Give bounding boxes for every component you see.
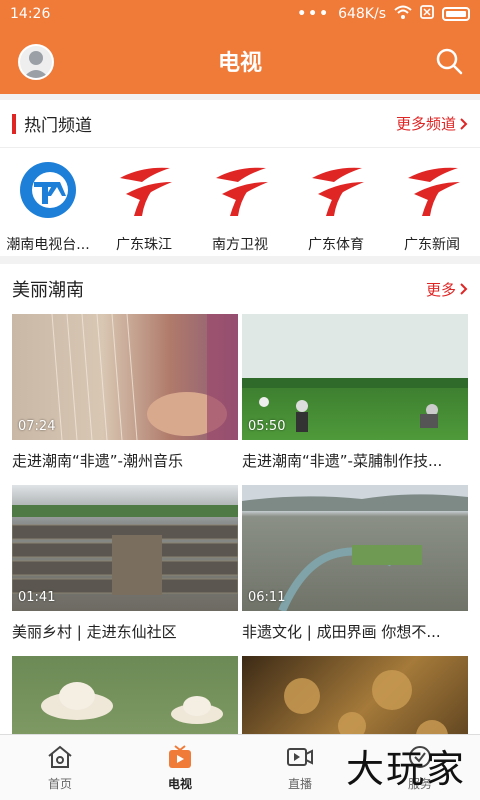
gdtv-logo-icon <box>312 167 364 216</box>
more-channels-link[interactable]: 更多频道 <box>396 113 468 134</box>
wifi-icon <box>394 5 412 23</box>
chevron-right-icon <box>460 283 468 295</box>
page-title: 电视 <box>217 51 262 76</box>
search-icon[interactable] <box>434 46 464 76</box>
hot-channels-title: 热门频道 <box>24 116 92 136</box>
more-channels-label: 更多频道 <box>395 115 456 133</box>
video-card[interactable]: 01:41 美丽乡村 | 走进东仙社区 <box>12 485 238 642</box>
video-thumbnail[interactable]: 06:11 <box>242 485 468 611</box>
tab-live[interactable]: 直播 <box>240 735 360 800</box>
channel-guangdong-sports[interactable]: 广东体育 <box>290 160 382 254</box>
sim-icon <box>420 5 434 23</box>
status-dots: ••• <box>297 6 331 22</box>
section-marker <box>12 113 16 134</box>
channel-chaonan[interactable]: 潮南电视台... <box>2 160 94 254</box>
tab-tv[interactable]: 电视 <box>120 735 240 800</box>
home-icon <box>48 745 72 768</box>
hot-channels-section: 热门频道 更多频道 潮南电视台... 广东珠江 南方卫视 广东体育 广东新闻 <box>0 100 480 256</box>
channel-label: 南方卫视 <box>212 237 268 253</box>
gdtv-logo-icon <box>120 167 172 216</box>
tv-icon <box>169 745 191 768</box>
channel-guangdong-news[interactable]: 广东新闻 <box>386 160 478 254</box>
video-card[interactable]: 07:24 走进潮南“非遗”-潮州音乐 <box>12 314 238 471</box>
user-avatar-icon <box>20 46 52 78</box>
video-thumbnail[interactable]: 01:41 <box>12 485 238 611</box>
battery-icon <box>442 7 470 21</box>
watermark-text: 大玩家 <box>345 747 466 791</box>
video-duration: 05:50 <box>248 419 286 434</box>
channel-label: 广东体育 <box>308 237 364 253</box>
beautiful-chaonan-section: 美丽潮南 更多 07:24 走进潮南“非遗”-潮州音乐 05:50 走进潮南“非… <box>0 264 480 782</box>
more-label: 更多 <box>425 280 456 299</box>
hot-channels-header: 热门频道 更多频道 <box>0 100 480 148</box>
channel-label: 广东新闻 <box>404 237 460 253</box>
video-title: 走进潮南“非遗”-潮州音乐 <box>12 452 183 470</box>
app-bar: 电视 <box>0 28 480 94</box>
channel-nanfang[interactable]: 南方卫视 <box>194 160 286 254</box>
video-duration: 07:24 <box>18 419 56 434</box>
video-title: 走进潮南“非遗”-菜脯制作技... <box>242 452 443 470</box>
tab-label: 首页 <box>47 777 72 791</box>
status-time: 14:26 <box>10 6 51 22</box>
live-icon <box>287 748 313 766</box>
tab-label: 直播 <box>287 777 312 791</box>
more-link[interactable]: 更多 <box>426 279 468 300</box>
chaonan-tv-logo-icon <box>20 162 76 218</box>
video-thumbnail[interactable]: 07:24 <box>12 314 238 440</box>
video-card[interactable]: 06:11 非遗文化 | 成田界画 你想不... <box>242 485 468 642</box>
section-title: 美丽潮南 <box>12 280 84 301</box>
video-title: 非遗文化 | 成田界画 你想不... <box>242 623 441 641</box>
network-speed: 648K/s <box>338 6 386 22</box>
video-duration: 06:11 <box>248 590 286 605</box>
gdtv-logo-icon <box>408 167 460 216</box>
channel-label: 广东珠江 <box>116 237 172 253</box>
avatar[interactable] <box>18 44 54 80</box>
video-thumbnail[interactable]: 05:50 <box>242 314 468 440</box>
channel-guangdong-zhujiang[interactable]: 广东珠江 <box>98 160 190 254</box>
gdtv-logo-icon <box>216 167 268 216</box>
channel-label: 潮南电视台... <box>6 237 90 253</box>
status-bar: 14:26 ••• 648K/s <box>0 0 480 28</box>
tab-home[interactable]: 首页 <box>0 735 120 800</box>
video-duration: 01:41 <box>18 590 56 605</box>
section-header: 美丽潮南 更多 <box>0 264 480 314</box>
chevron-right-icon <box>460 117 468 130</box>
video-title: 美丽乡村 | 走进东仙社区 <box>12 623 177 641</box>
tab-label: 电视 <box>167 777 192 791</box>
video-card[interactable]: 05:50 走进潮南“非遗”-菜脯制作技... <box>242 314 468 471</box>
